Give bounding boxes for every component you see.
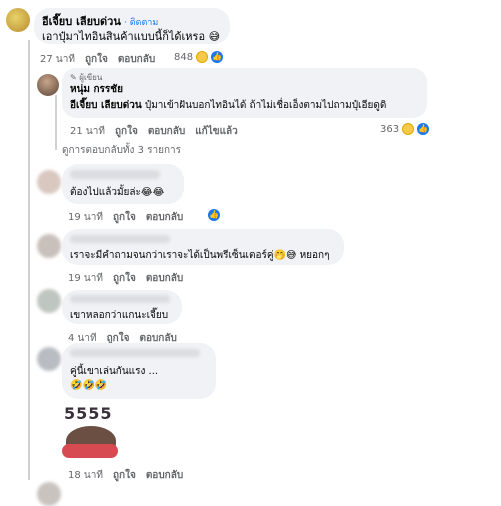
reply-button[interactable]: ตอบกลับ	[146, 273, 183, 284]
like-button[interactable]: ถูกใจ	[115, 126, 138, 137]
reaction-count: 848	[174, 51, 194, 63]
avatar[interactable]	[37, 289, 61, 313]
reaction-summary[interactable]: 👍	[208, 209, 220, 221]
reply-text: เขาหลอกว่าแกนะเจี๊ยบ	[70, 310, 169, 321]
like-button[interactable]: ถูกใจ	[113, 273, 136, 284]
reply-text: เราจะมีคำถามจนกว่าเราจะได้เป็นพรีเซ็นเตอ…	[70, 250, 330, 261]
reply-button[interactable]: ตอบกลับ	[146, 470, 183, 481]
avatar[interactable]	[37, 234, 61, 258]
like-reaction-icon: 👍	[417, 123, 430, 135]
reply-emoji-line: 🤣🤣🤣	[70, 380, 108, 391]
reaction-count: 363	[380, 123, 400, 135]
reply-bubble: เราจะมีคำถามจนกว่าเราจะได้เป็นพรีเซ็นเตอ…	[62, 229, 344, 265]
comment-text: เอาปุ๋มาไทอินสินค้าแบบนี้ก็ได้เหรอ 😅	[42, 30, 221, 43]
reply-meta: 19 นาที ถูกใจ ตอบกลับ	[68, 271, 193, 286]
reply-meta: 18 นาที ถูกใจ ตอบกลับ	[68, 468, 193, 483]
pen-icon: ✎	[70, 73, 77, 82]
avatar[interactable]	[37, 170, 61, 194]
thread-line	[55, 95, 57, 150]
reply-text: ต้องไปแล้วมั้ยล่ะ😂😂	[70, 187, 165, 198]
edited-label: แก้ไขแล้ว	[195, 126, 238, 137]
timestamp[interactable]: 19 นาที	[68, 212, 103, 223]
reply-author-redacted	[70, 235, 170, 243]
sticker-image[interactable]: 5555	[62, 404, 126, 460]
author-badge-label: ผู้เขียน	[79, 73, 103, 82]
mention-link[interactable]: อีเจี๊ยบ เลียบด่วน	[70, 100, 142, 111]
timestamp[interactable]: 19 นาที	[68, 273, 103, 284]
like-button[interactable]: ถูกใจ	[113, 470, 136, 481]
reply-author-redacted	[70, 170, 160, 179]
reply-text: ปุ๋มาเข้าฝันบอกไทอินได้ ถ้าไม่เชื่อเอ็งต…	[144, 100, 387, 111]
comment-bubble: อีเจี๊ยบ เลียบด่วน · ติดตาม เอาปุ๋มาไทอิ…	[34, 8, 230, 44]
avatar[interactable]	[6, 8, 30, 32]
reaction-summary[interactable]: 363 👍	[380, 123, 430, 135]
reply-author-redacted	[70, 295, 170, 303]
avatar[interactable]	[37, 74, 59, 96]
reply-button[interactable]: ตอบกลับ	[148, 126, 185, 137]
reply-bubble: ✎ ผู้เขียน หนุ่ม กรรชัย อีเจี๊ยบ เลียบด่…	[62, 68, 427, 118]
sticker-blanket	[62, 444, 118, 458]
reply-author[interactable]: หนุ่ม กรรชัย	[70, 82, 123, 97]
reply-bubble: คู่นี้เขาเล่นกันแรง ... 🤣🤣🤣	[62, 343, 216, 399]
like-reaction-icon: 👍	[208, 209, 220, 221]
sticker-text: 5555	[64, 404, 113, 423]
reply-bubble: เขาหลอกว่าแกนะเจี๊ยบ	[62, 290, 182, 324]
view-all-replies-link[interactable]: ดูการตอบกลับทั้ง 3 รายการ	[62, 143, 181, 158]
reply-bubble: ต้องไปแล้วมั้ยล่ะ😂😂	[62, 164, 184, 204]
reply-author-redacted	[70, 349, 200, 357]
timestamp[interactable]: 27 นาที	[40, 54, 75, 65]
laugh-reaction-icon	[196, 51, 209, 63]
timestamp[interactable]: 18 นาที	[68, 470, 103, 481]
reply-text: คู่นี้เขาเล่นกันแรง ...	[70, 366, 159, 377]
like-button[interactable]: ถูกใจ	[113, 212, 136, 223]
like-button[interactable]: ถูกใจ	[85, 54, 108, 65]
timestamp[interactable]: 21 นาที	[70, 126, 105, 137]
like-reaction-icon: 👍	[211, 51, 224, 63]
avatar[interactable]	[37, 347, 61, 371]
reply-meta: 19 นาที ถูกใจ ตอบกลับ	[68, 210, 193, 225]
thread-line	[28, 40, 30, 480]
reaction-summary[interactable]: 848 👍	[174, 51, 224, 63]
reply-button[interactable]: ตอบกลับ	[118, 54, 155, 65]
laugh-reaction-icon	[402, 123, 415, 135]
reply-button[interactable]: ตอบกลับ	[146, 212, 183, 223]
reply-meta: 21 นาที ถูกใจ ตอบกลับ แก้ไขแล้ว	[70, 124, 248, 139]
comment-meta: 27 นาที ถูกใจ ตอบกลับ	[40, 52, 165, 67]
